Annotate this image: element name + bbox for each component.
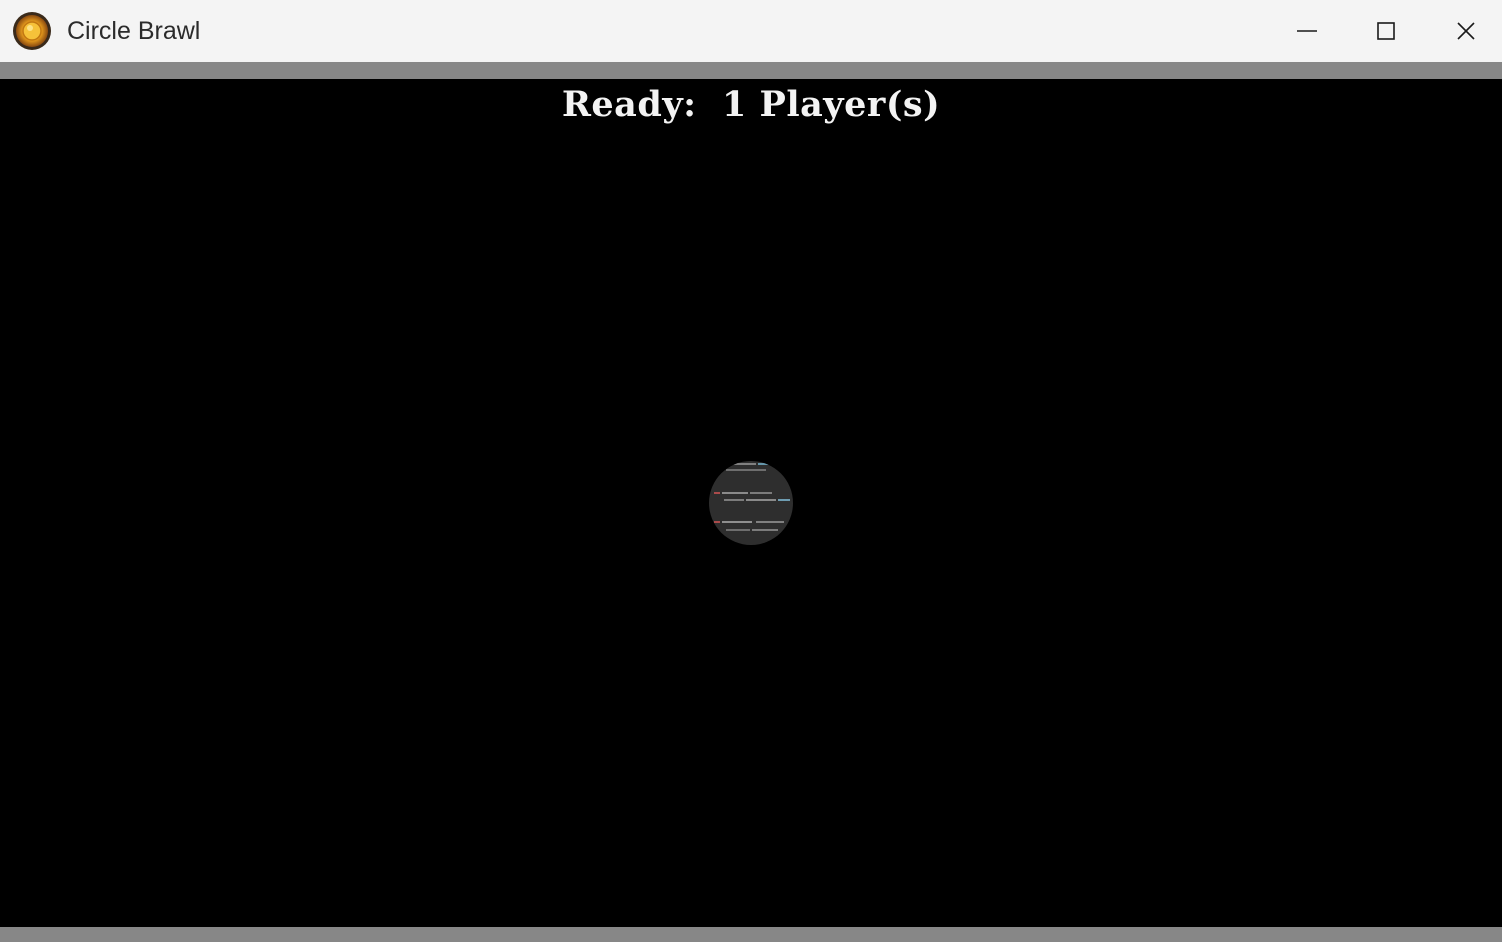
maximize-button[interactable] (1346, 0, 1426, 62)
circle-brawl-logo-icon (13, 12, 51, 50)
minimize-icon (1297, 30, 1317, 32)
minimize-button[interactable] (1267, 0, 1347, 62)
title-bar[interactable]: Circle Brawl (0, 0, 1502, 62)
app-window: Circle Brawl Ready: 1 Player(s) (0, 0, 1502, 942)
player-count: 1 Player(s) (721, 84, 941, 125)
window-title: Circle Brawl (67, 17, 201, 45)
game-canvas[interactable]: Ready: 1 Player(s) (0, 79, 1502, 927)
status-label: Ready: (561, 84, 697, 125)
frame-border-bottom (0, 927, 1502, 942)
close-icon (1457, 22, 1475, 40)
player-circle[interactable] (708, 460, 794, 546)
maximize-icon (1377, 22, 1395, 40)
ready-status: Ready: 1 Player(s) (0, 83, 1502, 127)
close-button[interactable] (1426, 0, 1502, 62)
frame-border-top (0, 62, 1502, 79)
